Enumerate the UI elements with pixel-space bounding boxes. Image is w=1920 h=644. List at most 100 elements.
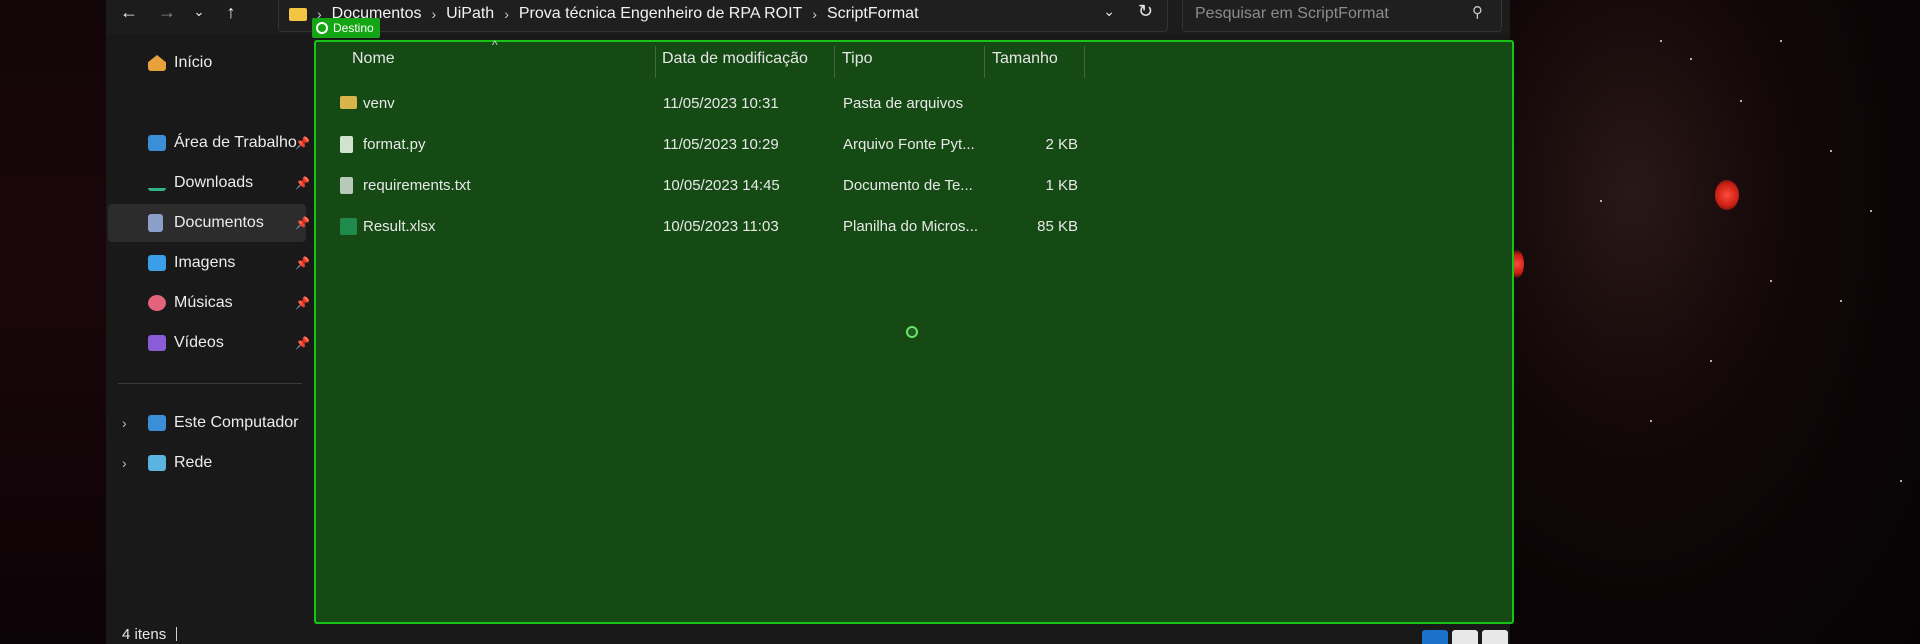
target-icon [316,22,328,34]
address-history-chevron-icon[interactable]: ⌄ [1103,3,1115,20]
column-header-modified[interactable]: Data de modificação [662,50,808,68]
documents-icon [148,214,163,232]
text-file-icon [340,177,353,194]
desktop-icon [148,135,166,151]
breadcrumb-uipath[interactable]: UiPath [446,5,494,23]
sidebar-item-downloads[interactable]: Downloads 📌 [108,164,310,202]
breadcrumb-prova[interactable]: Prova técnica Engenheiro de RPA ROIT [519,5,802,23]
wallpaper-star [1740,100,1742,102]
file-modified: 10/05/2023 11:03 [663,218,779,235]
wallpaper-ember [1715,180,1739,210]
download-icon [148,175,166,191]
file-type: Arquivo Fonte Pyt... [843,136,975,153]
wallpaper-star [1900,480,1902,482]
file-type: Documento de Te... [843,177,973,194]
sidebar-item-label: Imagens [174,254,236,271]
pin-icon[interactable]: 📌 [295,256,310,270]
chevron-right-icon[interactable]: › [122,455,127,471]
wallpaper-star [1870,210,1872,212]
wallpaper-star [1830,150,1832,152]
sidebar-divider [118,383,302,384]
sidebar-item-imagens[interactable]: Imagens 📌 [108,244,310,282]
wallpaper-star [1690,58,1692,60]
back-button[interactable]: ← [114,0,144,24]
chevron-right-icon: › [431,6,437,22]
search-input[interactable]: Pesquisar em ScriptFormat ⚲ [1182,0,1502,32]
column-divider[interactable] [984,46,985,78]
sidebar-item-musicas[interactable]: Músicas 📌 [108,284,310,322]
destination-badge-label: Destino [333,21,374,35]
file-name: Result.xlsx [363,218,436,235]
column-divider[interactable] [655,46,656,78]
computer-icon [148,415,166,431]
file-name: requirements.txt [363,177,471,194]
file-modified: 10/05/2023 14:45 [663,177,780,194]
column-header-type[interactable]: Tipo [842,50,873,68]
sidebar-item-label: Área de Trabalho [174,134,297,151]
file-row[interactable]: Result.xlsx 10/05/2023 11:03 Planilha do… [330,209,1090,243]
search-icon: ⚲ [1472,4,1483,21]
tray-microphone-icon[interactable] [1452,630,1478,644]
chevron-down-icon: ⌄ [193,4,205,19]
file-size: 85 KB [1037,218,1078,235]
column-header-name[interactable]: Nome [352,50,395,68]
file-size: 1 KB [1045,177,1078,194]
refresh-icon[interactable]: ↻ [1138,1,1153,22]
destination-badge: Destino [312,18,380,38]
sidebar-item-documentos[interactable]: Documentos 📌 [108,204,310,242]
sidebar-item-videos[interactable]: Vídeos 📌 [108,324,310,362]
sidebar-item-inicio[interactable]: Início [108,44,306,82]
forward-button[interactable]: → [152,0,182,24]
file-type: Pasta de arquivos [843,95,964,112]
file-row[interactable]: venv 11/05/2023 10:31 Pasta de arquivos [330,86,1090,120]
drag-cursor-indicator [906,326,918,338]
column-divider[interactable] [1084,46,1085,78]
arrow-up-icon: ↑ [226,1,236,22]
wallpaper-star [1650,420,1652,422]
network-icon [148,455,166,471]
column-divider[interactable] [834,46,835,78]
sidebar-item-este-computador[interactable]: › Este Computador [108,404,306,442]
sidebar-item-area-de-trabalho[interactable]: Área de Trabalho 📌 [108,124,310,162]
wallpaper-star [1710,360,1712,362]
wallpaper-star [1770,280,1772,282]
wallpaper-star [1780,40,1782,42]
wallpaper-star [1660,40,1662,42]
sidebar-item-label: Rede [174,454,213,471]
sidebar-item-label: Músicas [174,294,233,311]
address-bar[interactable]: › Documentos › UiPath › Prova técnica En… [278,0,1168,32]
pin-icon[interactable]: 📌 [295,136,310,150]
images-icon [148,255,166,271]
column-header-size[interactable]: Tamanho [992,50,1058,68]
pin-icon[interactable]: 📌 [295,216,310,230]
tray-check-icon[interactable] [1422,630,1448,644]
pin-icon[interactable]: 📌 [295,176,310,190]
file-type: Planilha do Micros... [843,218,979,235]
file-row[interactable]: requirements.txt 10/05/2023 14:45 Docume… [330,168,1090,202]
pin-icon[interactable]: 📌 [295,296,310,310]
status-item-count: 4 itens [122,626,167,643]
chevron-right-icon[interactable]: › [122,415,127,431]
file-name: venv [363,95,395,112]
breadcrumb-scriptformat[interactable]: ScriptFormat [827,5,919,23]
python-file-icon [340,136,353,153]
sidebar-item-label: Vídeos [174,334,224,351]
pin-icon[interactable]: 📌 [295,336,310,350]
desktop-wallpaper-right [1510,0,1920,644]
tray-trash-icon[interactable] [1482,630,1508,644]
sidebar-item-rede[interactable]: › Rede [108,444,306,482]
search-placeholder: Pesquisar em ScriptFormat [1195,5,1389,22]
home-icon [148,55,166,71]
file-size: 2 KB [1045,136,1078,153]
folder-icon [289,7,307,21]
status-divider [176,627,177,641]
wallpaper-star [1840,300,1842,302]
music-icon [148,295,166,311]
up-button[interactable]: ↑ [216,0,246,24]
recent-locations-button[interactable]: ⌄ [184,0,214,24]
sort-ascending-icon: ^ [492,38,498,52]
file-row[interactable]: format.py 11/05/2023 10:29 Arquivo Fonte… [330,127,1090,161]
chevron-right-icon: › [504,6,509,22]
sidebar-item-label: Início [174,54,213,71]
file-modified: 11/05/2023 10:31 [663,95,779,112]
